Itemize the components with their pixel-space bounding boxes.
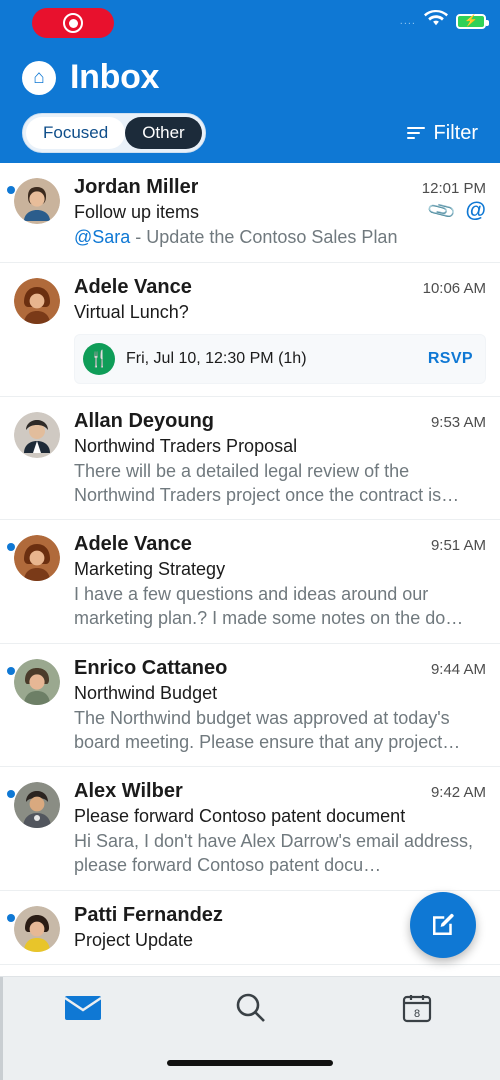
tab-focused[interactable]: Focused bbox=[26, 117, 126, 149]
status-bar: .... ⚡ bbox=[0, 0, 500, 46]
avatar[interactable] bbox=[14, 782, 60, 829]
battery-charging-icon: ⚡ bbox=[456, 13, 489, 29]
list-item-content: Adele Vance 10:06 AM Virtual Lunch? 🍴 Fr… bbox=[74, 276, 486, 384]
attachment-icon: 📎 bbox=[426, 196, 458, 227]
subject: Project Update bbox=[74, 929, 194, 950]
mail-tab[interactable] bbox=[0, 994, 167, 1027]
subject: Follow up items bbox=[74, 202, 200, 222]
calendar-tab[interactable]: 8 bbox=[333, 993, 500, 1028]
subject: Marketing Strategy bbox=[74, 559, 226, 580]
preview: I have a few questions and ideas around … bbox=[74, 584, 464, 628]
unread-indicator bbox=[7, 543, 15, 552]
timestamp: 9:42 AM bbox=[430, 784, 486, 802]
wifi-icon bbox=[424, 9, 448, 32]
edge-divider bbox=[0, 977, 3, 1080]
unread-indicator bbox=[7, 913, 15, 922]
subject: Please forward Contoso patent document bbox=[74, 806, 406, 827]
app-header: ⌂ Inbox Focused Other Filter bbox=[0, 46, 500, 167]
sender-name: Allan Deyoung bbox=[74, 409, 215, 432]
bottom-nav: 8 bbox=[0, 977, 500, 1043]
preview: Hi Sara, I don't have Alex Darrow's emai… bbox=[74, 831, 474, 875]
search-tab[interactable] bbox=[167, 991, 334, 1030]
timestamp: 10:06 AM bbox=[422, 279, 486, 297]
unread-indicator bbox=[7, 666, 15, 675]
tab-other[interactable]: Other bbox=[125, 117, 202, 149]
preview-text: - Update the Contoso Sales Plan bbox=[130, 227, 398, 247]
bottom-bar: 8 bbox=[0, 976, 500, 1080]
avatar[interactable] bbox=[14, 277, 60, 324]
avatar[interactable] bbox=[14, 178, 60, 224]
preview-mention: @Sara bbox=[74, 227, 131, 247]
list-item-content: Alex Wilber 9:42 AM Please forward Conto… bbox=[74, 780, 486, 878]
message-icons: 📎 @ bbox=[426, 196, 486, 227]
list-item-content: Jordan Miller 12:01 PM Follow up items 📎… bbox=[74, 176, 486, 250]
list-item[interactable]: Alex Wilber 9:42 AM Please forward Conto… bbox=[0, 767, 500, 891]
sender-name: Adele Vance bbox=[74, 275, 192, 298]
list-item-content: Enrico Cattaneo 9:44 AM Northwind Budget… bbox=[74, 657, 486, 755]
list-item-content: Adele Vance 9:51 AM Marketing Strategy I… bbox=[74, 533, 486, 631]
unread-indicator bbox=[7, 186, 15, 194]
tabs-row: Focused Other Filter bbox=[22, 113, 478, 153]
svg-text:8: 8 bbox=[414, 1008, 420, 1020]
preview: There will be a detailed legal review of… bbox=[74, 460, 460, 505]
preview: @Sara - Update the Contoso Sales Plan bbox=[74, 226, 486, 250]
home-icon[interactable]: ⌂ bbox=[22, 60, 56, 95]
list-item[interactable]: Allan Deyoung 9:53 AM Northwind Traders … bbox=[0, 397, 500, 521]
timestamp: 9:51 AM bbox=[430, 537, 486, 555]
sender-name: Alex Wilber bbox=[74, 780, 183, 803]
meeting-time: Fri, Jul 10, 12:30 PM (1h) bbox=[126, 349, 307, 367]
home-indicator[interactable] bbox=[167, 1060, 333, 1066]
status-icons: .... ⚡ bbox=[399, 9, 489, 32]
avatar[interactable] bbox=[14, 535, 60, 582]
subject: Virtual Lunch? bbox=[74, 301, 189, 322]
sender-name: Jordan Miller bbox=[74, 176, 199, 198]
list-item[interactable]: Adele Vance 9:51 AM Marketing Strategy I… bbox=[0, 520, 500, 644]
subject: Northwind Budget bbox=[74, 682, 218, 703]
title-row: ⌂ Inbox bbox=[22, 46, 478, 97]
avatar[interactable] bbox=[14, 411, 60, 458]
preview: The Northwind budget was approved at tod… bbox=[74, 707, 461, 752]
sender-name: Adele Vance bbox=[74, 533, 192, 556]
compose-icon bbox=[433, 913, 454, 935]
unread-indicator bbox=[7, 790, 15, 799]
signal-dots: .... bbox=[399, 14, 416, 27]
filter-button[interactable]: Filter bbox=[406, 121, 478, 145]
meeting-chip[interactable]: 🍴 Fri, Jul 10, 12:30 PM (1h) RSVP bbox=[74, 333, 486, 384]
page-title: Inbox bbox=[70, 58, 160, 96]
record-icon bbox=[63, 13, 83, 33]
rsvp-button[interactable]: RSVP bbox=[428, 350, 473, 368]
message-list[interactable]: Jordan Miller 12:01 PM Follow up items 📎… bbox=[0, 163, 500, 976]
sender-name: Patti Fernandez bbox=[74, 903, 223, 926]
calendar-icon: 8 bbox=[402, 993, 432, 1028]
list-item[interactable]: Enrico Cattaneo 9:44 AM Northwind Budget… bbox=[0, 644, 500, 768]
sender-name: Enrico Cattaneo bbox=[74, 656, 228, 679]
avatar[interactable] bbox=[14, 905, 60, 952]
timestamp: 12:01 PM bbox=[421, 180, 486, 197]
search-icon bbox=[233, 991, 267, 1030]
focus-toggle: Focused Other bbox=[22, 113, 206, 153]
timestamp: 9:44 AM bbox=[430, 660, 486, 678]
compose-button[interactable] bbox=[410, 892, 476, 958]
list-item[interactable]: Adele Vance 10:06 AM Virtual Lunch? 🍴 Fr… bbox=[0, 263, 500, 397]
screen-record-indicator[interactable] bbox=[32, 8, 114, 38]
utensils-icon: 🍴 bbox=[83, 342, 115, 375]
mention-icon: @ bbox=[465, 199, 486, 222]
subject: Northwind Traders Proposal bbox=[74, 435, 298, 456]
timestamp: 9:53 AM bbox=[430, 413, 486, 431]
phone-screen: .... ⚡ ⌂ Inbox Focused Other Filter Jord… bbox=[0, 0, 500, 1080]
filter-icon bbox=[406, 127, 425, 139]
list-item-content: Allan Deyoung 9:53 AM Northwind Traders … bbox=[74, 410, 486, 508]
list-item[interactable]: Jordan Miller 12:01 PM Follow up items 📎… bbox=[0, 163, 500, 263]
filter-label: Filter bbox=[433, 121, 478, 144]
avatar[interactable] bbox=[14, 658, 60, 705]
mail-icon bbox=[64, 994, 102, 1027]
